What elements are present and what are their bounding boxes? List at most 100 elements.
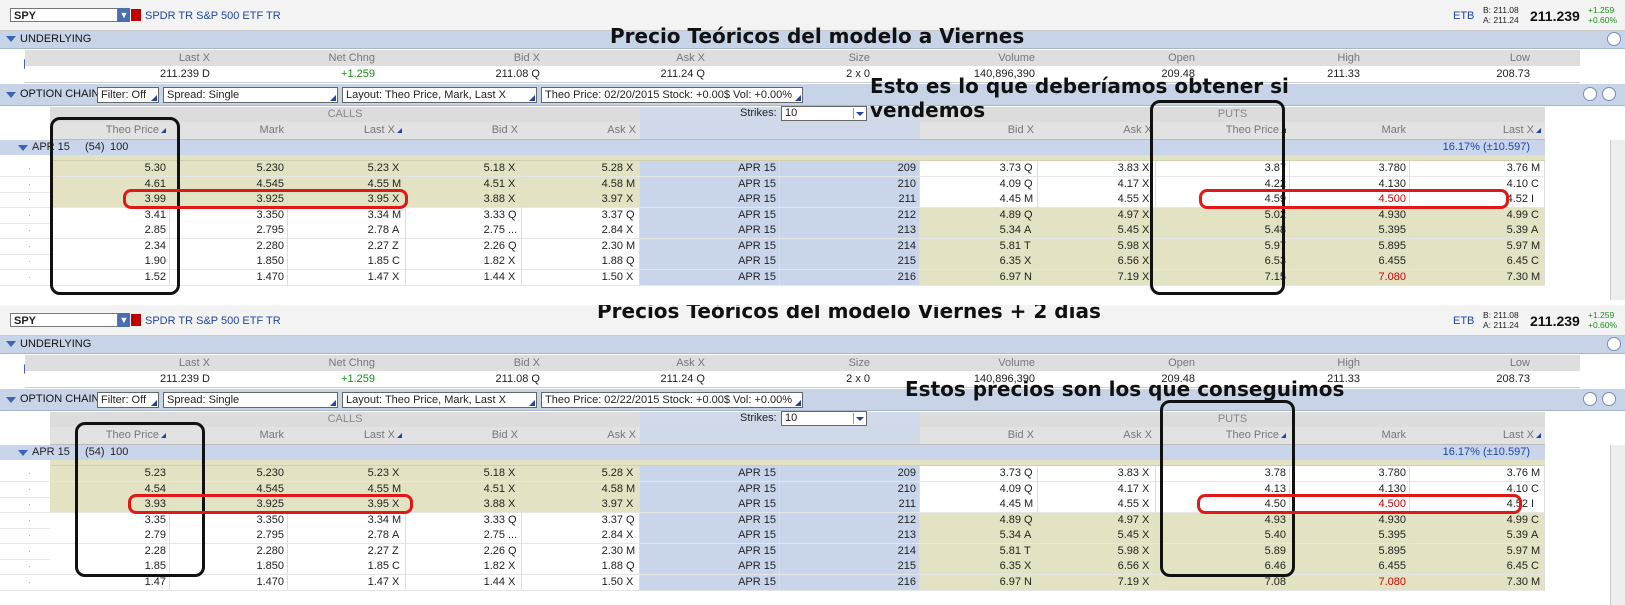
call-last-cell[interactable]: 1.47 X: [288, 271, 402, 283]
expiration-cell[interactable]: APR 15: [640, 529, 776, 541]
expiry-group-bar[interactable]: APR 15 (54) 100 16.17% (±10.597): [0, 445, 1545, 460]
collapse-icon[interactable]: [18, 145, 28, 151]
call-last-cell[interactable]: 3.34 M: [288, 514, 402, 526]
put-mark-cell[interactable]: 4.930: [1290, 514, 1406, 526]
call-ask-cell[interactable]: 2.84 X: [522, 224, 636, 236]
symbol-input[interactable]: SPY: [10, 313, 118, 327]
put-last-cell[interactable]: 4.99 C: [1410, 209, 1541, 221]
call-bid-cell[interactable]: 2.26 Q: [406, 545, 518, 557]
strike-cell[interactable]: 213: [780, 529, 916, 541]
call-last-cell[interactable]: 5.23 X: [288, 162, 402, 174]
put-bid-cell[interactable]: 6.97 N: [920, 576, 1034, 588]
put-ask-cell[interactable]: 4.17 X: [1038, 483, 1152, 495]
call-last-cell[interactable]: 1.85 C: [288, 255, 402, 267]
call-ask-cell[interactable]: 5.28 X: [522, 162, 636, 174]
symbol-description[interactable]: SPDR TR S&P 500 ETF TR: [145, 10, 281, 22]
call-last-cell[interactable]: 2.78 A: [288, 529, 402, 541]
table-row[interactable]: · 5.23 5.230 5.23 X 5.18 X 5.28 X APR 15 209 3.73 Q 3…: [0, 466, 1545, 482]
strike-cell[interactable]: 215: [780, 255, 916, 267]
put-bid-cell[interactable]: 4.89 Q: [920, 514, 1034, 526]
call-bid-cell[interactable]: 3.33 Q: [406, 209, 518, 221]
put-mark-cell[interactable]: 5.895: [1290, 545, 1406, 557]
put-mark-cell[interactable]: 6.455: [1290, 255, 1406, 267]
chevron-down-icon[interactable]: [1583, 392, 1597, 406]
put-bid-cell[interactable]: 5.81 T: [920, 545, 1034, 557]
put-ask-cell[interactable]: 5.98 X: [1038, 240, 1152, 252]
put-bid-cell[interactable]: 5.81 T: [920, 240, 1034, 252]
call-mark-cell[interactable]: 3.350: [170, 209, 284, 221]
put-bid-cell[interactable]: 5.34 A: [920, 224, 1034, 236]
put-ask-cell[interactable]: 4.97 X: [1038, 209, 1152, 221]
strikes-select[interactable]: 10: [781, 411, 867, 426]
call-theo-price-cell[interactable]: 1.47: [50, 576, 166, 588]
strike-cell[interactable]: 216: [780, 576, 916, 588]
expiration-cell[interactable]: APR 15: [640, 193, 776, 205]
strike-cell[interactable]: 211: [780, 193, 916, 205]
call-last-cell[interactable]: 1.85 C: [288, 560, 402, 572]
put-mark-cell[interactable]: 3.780: [1290, 467, 1406, 479]
strikes-select[interactable]: 10: [781, 106, 867, 121]
call-bid-header[interactable]: Bid X: [406, 429, 518, 441]
put-ask-header[interactable]: Ask X: [1038, 429, 1152, 441]
call-last-header[interactable]: Last X: [288, 429, 402, 441]
expiration-cell[interactable]: APR 15: [640, 560, 776, 572]
put-ask-cell[interactable]: 5.45 X: [1038, 529, 1152, 541]
put-ask-cell[interactable]: 4.97 X: [1038, 514, 1152, 526]
put-last-cell[interactable]: 3.76 M: [1410, 467, 1541, 479]
strike-cell[interactable]: 216: [780, 271, 916, 283]
put-ask-cell[interactable]: 6.56 X: [1038, 560, 1152, 572]
detach-icon[interactable]: [1607, 32, 1621, 46]
put-bid-cell[interactable]: 6.97 N: [920, 271, 1034, 283]
collapse-icon[interactable]: [6, 36, 16, 42]
strike-cell[interactable]: 214: [780, 240, 916, 252]
call-bid-cell[interactable]: 3.88 X: [406, 193, 518, 205]
strike-cell[interactable]: 212: [780, 514, 916, 526]
vertical-scrollbar[interactable]: [1610, 140, 1625, 300]
put-bid-cell[interactable]: 6.35 X: [920, 560, 1034, 572]
call-bid-cell[interactable]: 1.82 X: [406, 560, 518, 572]
table-row[interactable]: · 2.28 2.280 2.27 Z 2.26 Q 2.30 M APR 15 214 5.81 T 5…: [0, 543, 1545, 560]
chevron-down-icon[interactable]: [1583, 87, 1597, 101]
put-bid-cell[interactable]: 4.09 Q: [920, 483, 1034, 495]
put-ask-cell[interactable]: 4.17 X: [1038, 178, 1152, 190]
call-last-cell[interactable]: 2.27 Z: [288, 240, 402, 252]
call-ask-cell[interactable]: 3.37 Q: [522, 514, 636, 526]
put-ask-cell[interactable]: 5.45 X: [1038, 224, 1152, 236]
call-ask-cell[interactable]: 3.97 X: [522, 498, 636, 510]
call-last-cell[interactable]: 2.27 Z: [288, 545, 402, 557]
expiration-cell[interactable]: APR 15: [640, 162, 776, 174]
put-bid-header[interactable]: Bid X: [920, 124, 1034, 136]
exchange-link[interactable]: ETB: [1453, 10, 1474, 22]
table-row[interactable]: · 3.35 3.350 3.34 M 3.33 Q 3.37 Q APR 15 212 4.89 Q 4…: [0, 512, 1545, 529]
put-ask-cell[interactable]: 7.19 X: [1038, 271, 1152, 283]
call-ask-header[interactable]: Ask X: [522, 124, 636, 136]
put-last-cell[interactable]: 5.97 M: [1410, 545, 1541, 557]
underlying-section-bar[interactable]: UNDERLYING: [0, 336, 1625, 354]
put-ask-cell[interactable]: 7.19 X: [1038, 576, 1152, 588]
symbol-description[interactable]: SPDR TR S&P 500 ETF TR: [145, 315, 281, 327]
collapse-icon[interactable]: [18, 450, 28, 456]
strike-cell[interactable]: 209: [780, 162, 916, 174]
put-bid-cell[interactable]: 4.09 Q: [920, 178, 1034, 190]
strike-cell[interactable]: 211: [780, 498, 916, 510]
put-last-cell[interactable]: 5.97 M: [1410, 240, 1541, 252]
expiration-cell[interactable]: APR 15: [640, 498, 776, 510]
call-last-cell[interactable]: 4.55 M: [288, 483, 402, 495]
table-row[interactable]: · 5.30 5.230 5.23 X 5.18 X 5.28 X APR 15 209 3.73 Q 3…: [0, 161, 1545, 177]
chevron-down-icon[interactable]: [853, 108, 865, 119]
put-last-cell[interactable]: 5.39 A: [1410, 224, 1541, 236]
call-last-cell[interactable]: 5.23 X: [288, 467, 402, 479]
call-bid-cell[interactable]: 3.88 X: [406, 498, 518, 510]
table-row[interactable]: · 3.41 3.350 3.34 M 3.33 Q 3.37 Q APR 15 212 4.89 Q 4…: [0, 207, 1545, 224]
put-ask-cell[interactable]: 5.98 X: [1038, 545, 1152, 557]
call-mark-cell[interactable]: 4.545: [170, 178, 284, 190]
strike-cell[interactable]: 212: [780, 209, 916, 221]
filter-select[interactable]: Filter: Off: [97, 87, 159, 103]
call-ask-cell[interactable]: 1.50 X: [522, 271, 636, 283]
call-last-cell[interactable]: 3.34 M: [288, 209, 402, 221]
expiration-cell[interactable]: APR 15: [640, 209, 776, 221]
expiration-cell[interactable]: APR 15: [640, 483, 776, 495]
layout-select[interactable]: Layout: Theo Price, Mark, Last X: [342, 87, 537, 103]
call-mark-cell[interactable]: 1.470: [170, 576, 284, 588]
call-mark-cell[interactable]: 2.280: [170, 240, 284, 252]
